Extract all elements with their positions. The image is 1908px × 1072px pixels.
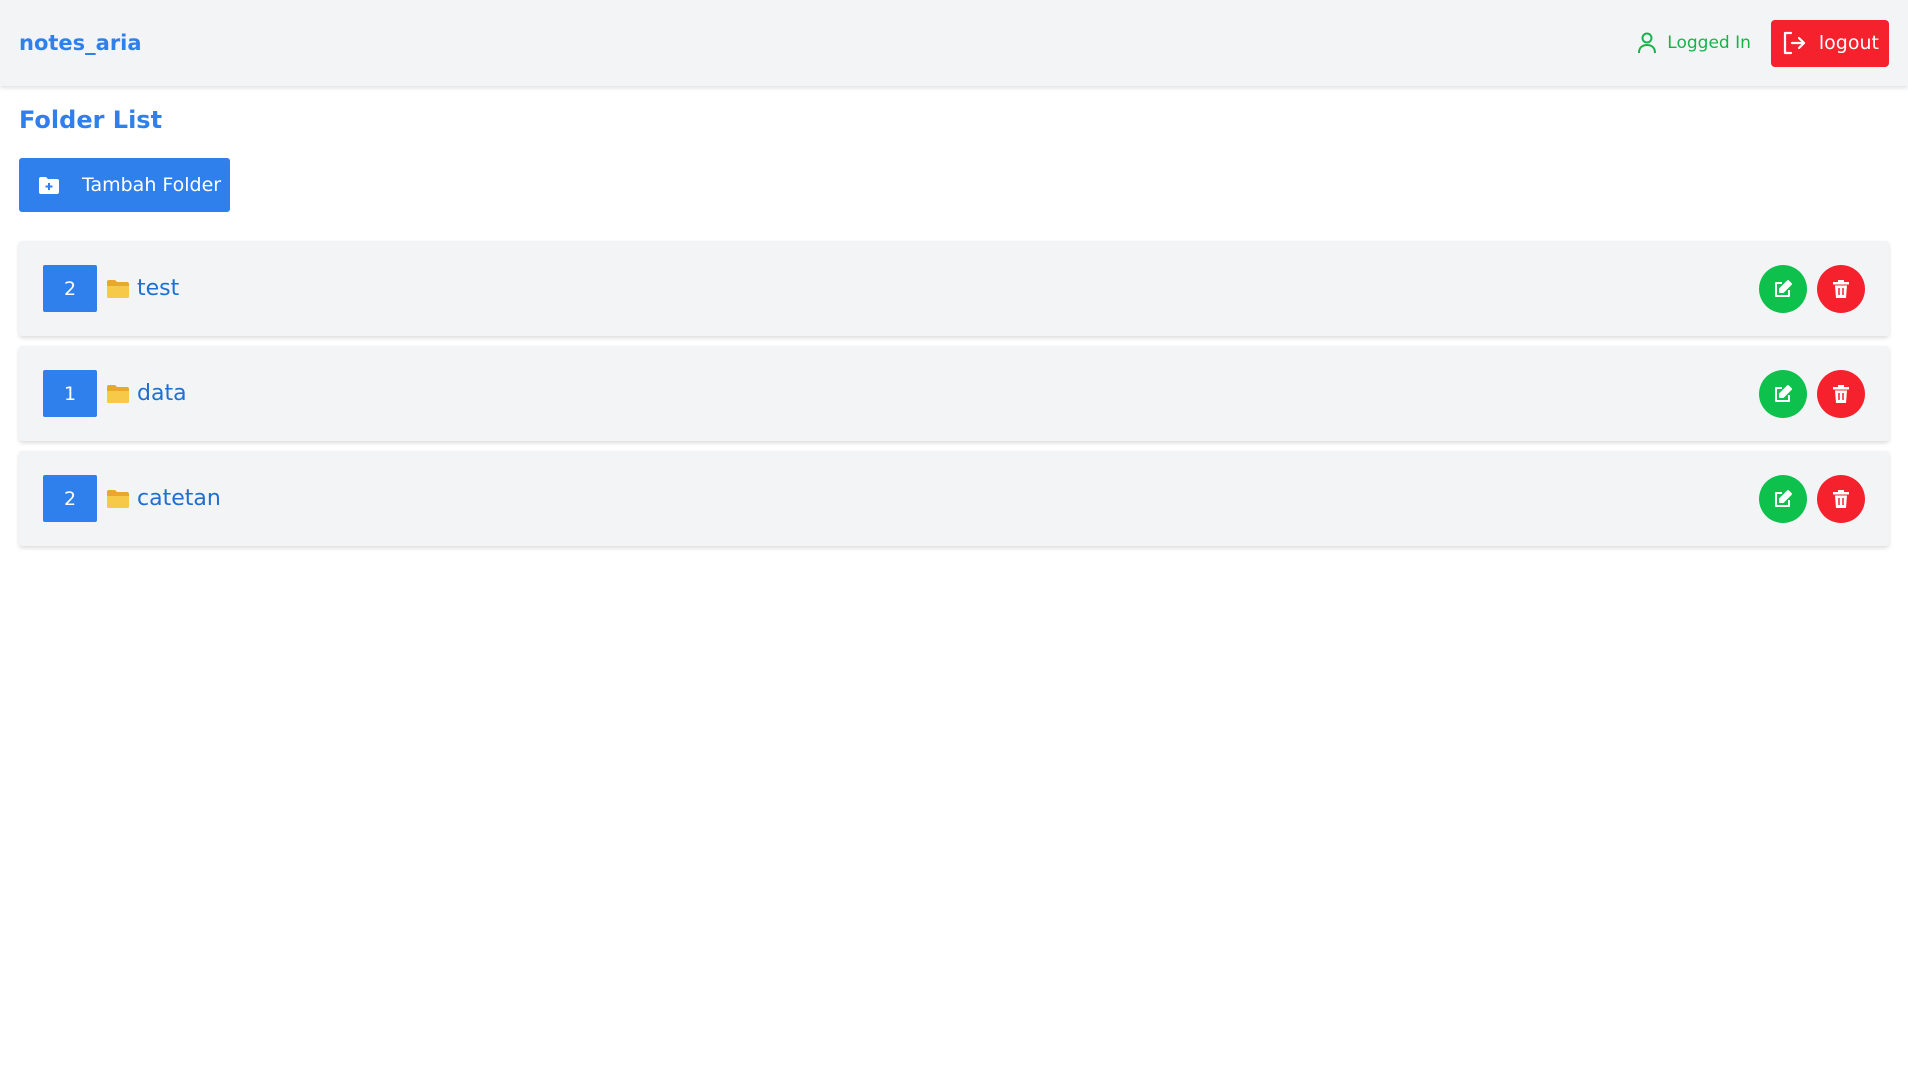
folder-link[interactable]: 2 test: [43, 265, 179, 312]
logout-icon: [1783, 31, 1806, 55]
delete-folder-button[interactable]: [1817, 369, 1865, 418]
login-status: Logged In: [1637, 32, 1751, 54]
delete-folder-button[interactable]: [1817, 264, 1865, 313]
edit-icon: [1775, 384, 1792, 402]
folder-icon: [107, 279, 129, 298]
folder-link[interactable]: 2 catetan: [43, 475, 221, 522]
folder-actions: [1759, 474, 1865, 523]
folder-list: 2 test 1 data 2 catetan: [19, 241, 1889, 556]
folder-name: data: [137, 381, 187, 406]
folder-icon: [107, 489, 129, 508]
edit-folder-button[interactable]: [1759, 264, 1807, 313]
add-folder-label: Tambah Folder: [82, 174, 222, 196]
brand-title[interactable]: notes_aria: [19, 31, 142, 55]
edit-folder-button[interactable]: [1759, 369, 1807, 418]
logout-label: logout: [1818, 32, 1879, 54]
folder-name: catetan: [137, 486, 221, 511]
add-folder-button[interactable]: Tambah Folder: [19, 158, 230, 212]
folder-row: 2 catetan: [19, 451, 1889, 546]
folder-name: test: [137, 276, 180, 301]
folder-actions: [1759, 264, 1865, 313]
folder-icon: [107, 384, 129, 403]
top-navbar: notes_aria Logged In logout: [0, 0, 1908, 86]
nav-right: Logged In logout: [1637, 19, 1889, 67]
note-count-badge: 2: [43, 475, 97, 522]
page-title: Folder List: [19, 106, 163, 134]
login-status-text: Logged In: [1667, 33, 1751, 53]
edit-folder-button[interactable]: [1759, 474, 1807, 523]
user-icon: [1638, 32, 1657, 54]
edit-icon: [1775, 279, 1792, 297]
delete-folder-button[interactable]: [1817, 474, 1865, 523]
note-count-badge: 2: [43, 265, 97, 312]
folder-link[interactable]: 1 data: [43, 370, 187, 417]
trash-icon: [1833, 489, 1849, 508]
edit-icon: [1775, 489, 1792, 507]
logout-button[interactable]: logout: [1770, 19, 1889, 67]
trash-icon: [1833, 384, 1849, 403]
trash-icon: [1833, 279, 1849, 298]
folder-row: 1 data: [19, 346, 1889, 441]
note-count-badge: 1: [43, 370, 97, 417]
folder-actions: [1759, 369, 1865, 418]
folder-row: 2 test: [19, 241, 1889, 336]
folder-plus-icon: [39, 176, 59, 194]
